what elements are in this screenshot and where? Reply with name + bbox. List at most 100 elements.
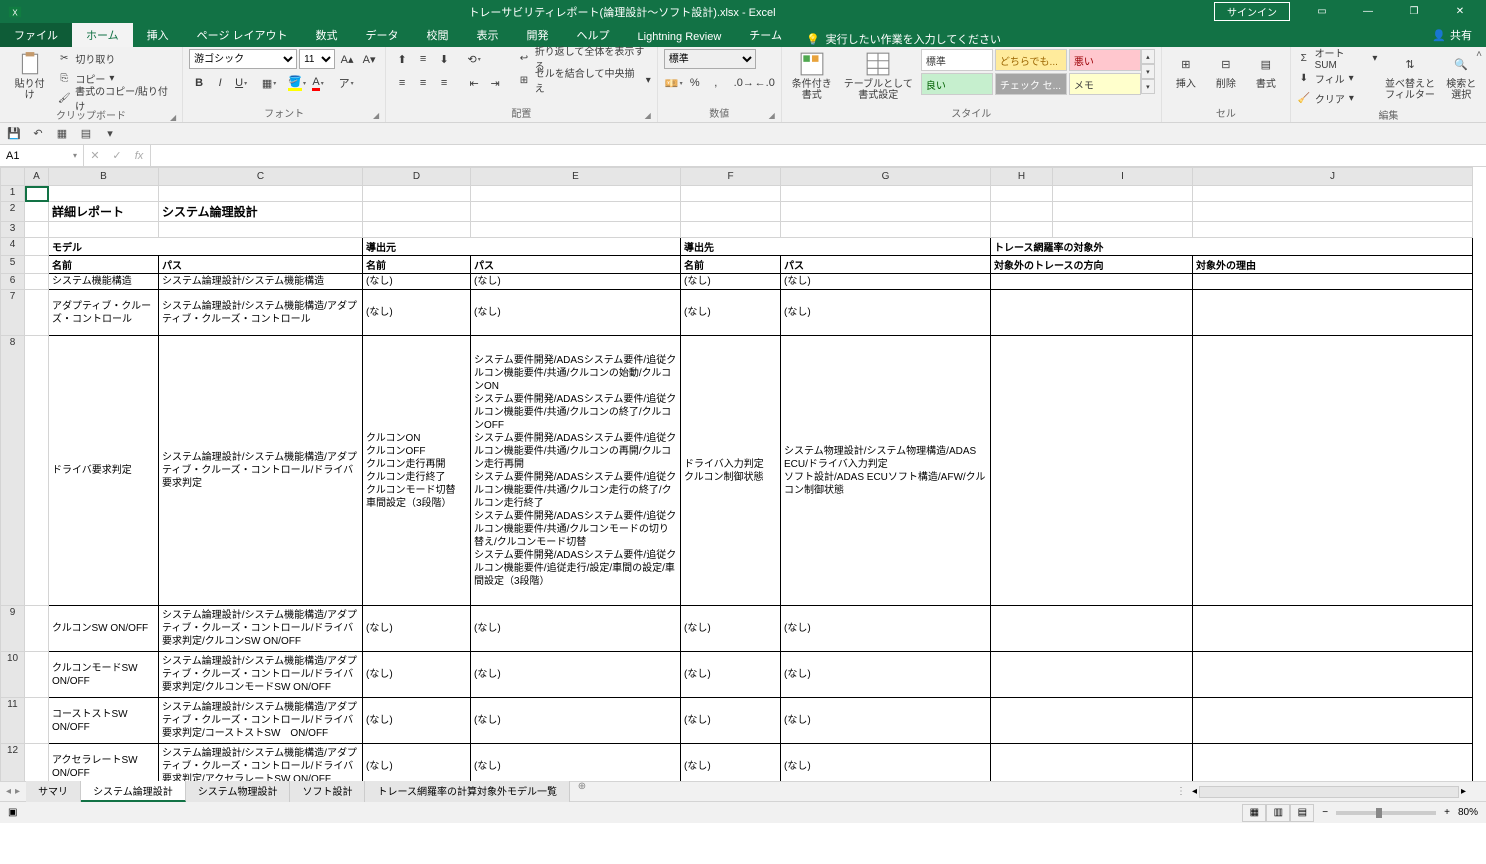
cell-name-11[interactable]: コーストストSW ON/OFF <box>49 698 159 744</box>
cell-srcname-8[interactable]: クルコンON クルコンOFF クルコン走行再開 クルコン走行終了 クルコンモード… <box>363 336 471 606</box>
fx-icon[interactable]: fx <box>128 150 150 162</box>
sheet-tab-software-design[interactable]: ソフト設計 <box>290 781 365 802</box>
cell-srcpath-10[interactable]: (なし) <box>471 652 681 698</box>
cell[interactable] <box>25 652 49 698</box>
align-center-button[interactable]: ≡ <box>413 73 433 93</box>
row-header-9[interactable]: 9 <box>1 606 25 652</box>
style-bad[interactable]: 悪い <box>1069 49 1141 71</box>
cell-outreason-8[interactable] <box>1193 336 1473 606</box>
normal-view-button[interactable]: ▦ <box>1242 804 1266 822</box>
clear-button[interactable]: 🧹クリア ▾ <box>1297 89 1378 107</box>
header-outside-reason[interactable]: 対象外の理由 <box>1193 256 1473 274</box>
accounting-button[interactable]: 💴 <box>664 73 684 93</box>
cell-srcname-9[interactable]: (なし) <box>363 606 471 652</box>
cell[interactable] <box>471 202 681 222</box>
close-icon[interactable]: ✕ <box>1438 0 1482 23</box>
cell-dstname-7[interactable]: (なし) <box>681 290 781 336</box>
sheet-nav-first-icon[interactable]: ◂ <box>6 786 11 797</box>
undo-icon[interactable]: ↶ <box>30 126 46 142</box>
header-destination[interactable]: 導出先 <box>681 238 991 256</box>
cell[interactable] <box>1193 186 1473 202</box>
row-header-3[interactable]: 3 <box>1 222 25 238</box>
cell[interactable] <box>159 186 363 202</box>
cell-outdir-9[interactable] <box>991 606 1193 652</box>
cell[interactable] <box>25 336 49 606</box>
cell[interactable] <box>681 186 781 202</box>
cell-name-12[interactable]: アクセラレートSW ON/OFF <box>49 744 159 782</box>
col-header-D[interactable]: D <box>363 168 471 186</box>
share-button[interactable]: 👤 共有 <box>1418 23 1486 47</box>
cell-name-8[interactable]: ドライバ要求判定 <box>49 336 159 606</box>
cell-path-6[interactable]: システム論理設計/システム機能構造 <box>159 274 363 290</box>
phonetic-button[interactable]: ア <box>336 73 356 93</box>
row-header-1[interactable]: 1 <box>1 186 25 202</box>
cell-srcname-11[interactable]: (なし) <box>363 698 471 744</box>
header-model[interactable]: モデル <box>49 238 363 256</box>
row-header-2[interactable]: 2 <box>1 202 25 222</box>
fill-color-button[interactable]: 🪣 <box>287 73 307 93</box>
cell-dstname-8[interactable]: ドライバ入力判定 クルコン制御状態 <box>681 336 781 606</box>
increase-decimal-button[interactable]: .0→ <box>734 73 754 93</box>
cell-path-7[interactable]: システム論理設計/システム機能構造/アダプティブ・クルーズ・コントロール <box>159 290 363 336</box>
record-macro-icon[interactable]: ▣ <box>8 807 17 818</box>
cell-dstname-12[interactable]: (なし) <box>681 744 781 782</box>
find-select-button[interactable]: 🔍検索と 選択 <box>1443 49 1480 103</box>
horizontal-scrollbar[interactable] <box>1199 786 1459 798</box>
cell[interactable] <box>363 222 471 238</box>
grid[interactable]: ABCDEFGHIJ12詳細レポートシステム論理設計34モデル導出元導出先トレー… <box>0 167 1486 781</box>
sheet-tab-system-physical-design[interactable]: システム物理設計 <box>186 781 291 802</box>
header-outside[interactable]: トレース網羅率の対象外 <box>991 238 1473 256</box>
cell-outdir-10[interactable] <box>991 652 1193 698</box>
report-title[interactable]: 詳細レポート <box>49 202 159 222</box>
cell[interactable] <box>681 202 781 222</box>
cell[interactable] <box>25 256 49 274</box>
border-button[interactable]: ▦ <box>259 73 279 93</box>
tab-file[interactable]: ファイル <box>0 23 72 47</box>
ribbon-display-options-icon[interactable]: ▭ <box>1300 0 1344 23</box>
cell-srcname-6[interactable]: (なし) <box>363 274 471 290</box>
header-model-path[interactable]: パス <box>159 256 363 274</box>
cell[interactable] <box>1053 202 1193 222</box>
tell-me[interactable]: 💡 実行したい作業を入力してください <box>796 31 1011 47</box>
header-dst-path[interactable]: パス <box>781 256 991 274</box>
col-header-J[interactable]: J <box>1193 168 1473 186</box>
cell[interactable] <box>363 186 471 202</box>
row-header-12[interactable]: 12 <box>1 744 25 782</box>
header-source[interactable]: 導出元 <box>363 238 681 256</box>
clipboard-launcher[interactable]: ◢ <box>170 113 176 122</box>
cell-outreason-12[interactable] <box>1193 744 1473 782</box>
bold-button[interactable]: B <box>189 73 209 93</box>
gallery-up[interactable]: ▴ <box>1141 49 1155 64</box>
cell-dstname-9[interactable]: (なし) <box>681 606 781 652</box>
zoom-in-button[interactable]: + <box>1444 807 1450 818</box>
align-top-button[interactable]: ⬆ <box>392 49 412 69</box>
tab-formulas[interactable]: 数式 <box>302 23 352 47</box>
number-format-select[interactable]: 標準 <box>664 49 756 69</box>
cell-dstpath-9[interactable]: (なし) <box>781 606 991 652</box>
cut-button[interactable]: ✂切り取り <box>57 49 176 67</box>
style-good[interactable]: 良い <box>921 73 993 95</box>
cell[interactable] <box>1193 222 1473 238</box>
number-launcher[interactable]: ◢ <box>769 111 775 120</box>
cell[interactable] <box>25 274 49 290</box>
format-painter-button[interactable]: 🖌書式のコピー/貼り付け <box>57 89 176 107</box>
hscroll-right-icon[interactable]: ▸ <box>1461 786 1466 797</box>
cell-path-11[interactable]: システム論理設計/システム機能構造/アダプティブ・クルーズ・コントロール/ドライ… <box>159 698 363 744</box>
fill-button[interactable]: ⬇フィル ▾ <box>1297 69 1378 87</box>
header-model-name[interactable]: 名前 <box>49 256 159 274</box>
sheet-nav-last-icon[interactable]: ▸ <box>15 786 20 797</box>
style-memo[interactable]: メモ <box>1069 73 1141 95</box>
enter-formula-icon[interactable]: ✓ <box>106 149 128 162</box>
delete-cells-button[interactable]: ⊟削除 <box>1208 49 1244 92</box>
cell-outdir-6[interactable] <box>991 274 1193 290</box>
cell[interactable] <box>1193 202 1473 222</box>
col-header-B[interactable]: B <box>49 168 159 186</box>
style-standard[interactable]: 標準 <box>921 49 993 71</box>
cell[interactable] <box>49 222 159 238</box>
qat-icon-4[interactable]: ▤ <box>78 126 94 142</box>
cell[interactable] <box>991 202 1053 222</box>
page-layout-view-button[interactable]: ▥ <box>1266 804 1290 822</box>
col-header-H[interactable]: H <box>991 168 1053 186</box>
increase-font-button[interactable]: A▴ <box>337 49 357 69</box>
cell-A1[interactable] <box>25 186 49 202</box>
